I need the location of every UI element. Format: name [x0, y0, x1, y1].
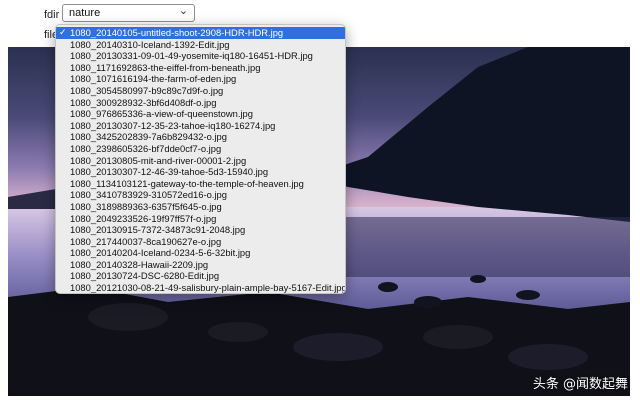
check-icon: ✓ [59, 27, 67, 37]
file-option-label: 1080_20130307-12-35-23-tahoe-iq180-16274… [70, 119, 276, 131]
file-option[interactable]: 1080_2049233526-19f97ff57f-o.jpg [56, 213, 345, 225]
file-option[interactable]: 1080_20121030-08-21-49-salisbury-plain-a… [56, 282, 346, 294]
file-option-label: 1080_3054580997-b9c89c7d9f-o.jpg [70, 84, 224, 96]
file-option[interactable]: 1080_20130331-09-01-49-yosemite-iq180-16… [56, 50, 345, 62]
file-option[interactable]: 1080_20130724-DSC-6280-Edit.jpg [56, 270, 345, 282]
file-option[interactable]: 1080_20130915-7372-34873c91-2048.jpg [56, 224, 345, 236]
file-option[interactable]: 1080_300928932-3bf6d408df-o.jpg [56, 97, 345, 109]
file-option-label: 1080_300928932-3bf6d408df-o.jpg [70, 96, 217, 108]
file-option-label: 1080_2049233526-19f97ff57f-o.jpg [70, 212, 217, 224]
file-option-label: 1080_3189889363-6357f5f645-o.jpg [70, 200, 222, 212]
file-option-label: 1080_1171692863-the-eiffel-from-beneath.… [70, 61, 261, 73]
file-option[interactable]: 1080_3189889363-6357f5f645-o.jpg [56, 201, 345, 213]
watermark: 头条 @闻数起舞 [532, 377, 628, 392]
file-option-label: 1080_976865336-a-view-of-queenstown.jpg [70, 108, 253, 120]
file-option-label: 1080_3410783929-310572ed16-o.jpg [70, 189, 227, 201]
file-option[interactable]: 1080_976865336-a-view-of-queenstown.jpg [56, 108, 345, 120]
file-option-label: 1080_20140310-Iceland-1392-Edit.jpg [70, 38, 230, 50]
file-option[interactable]: 1080_1071616194-the-farm-of-eden.jpg [56, 73, 345, 85]
file-option[interactable]: 1080_217440037-8ca190627e-o.jpg [56, 236, 345, 248]
chevron-down-icon: ⌄ [178, 5, 188, 17]
file-option-label: 1080_20140328-Hawaii-2209.jpg [70, 258, 209, 270]
file-option-label: 1080_20130915-7372-34873c91-2048.jpg [70, 224, 246, 236]
file-option-label: 1080_20130331-09-01-49-yosemite-iq180-16… [70, 50, 313, 62]
file-option-label: 1080_20130805-mit-and-river-00001-2.jpg [70, 154, 247, 166]
file-option-label: 1080_1071616194-the-farm-of-eden.jpg [70, 73, 237, 85]
file-option[interactable]: 1080_3410783929-310572ed16-o.jpg [56, 189, 345, 201]
fdir-select-value: nature [69, 7, 101, 19]
file-option-label: 1080_217440037-8ca190627e-o.jpg [70, 235, 222, 247]
file-option-label: 1080_20140105-untitled-shoot-2908-HDR-HD… [70, 27, 284, 38]
file-option-label: 1080_1134103121-gateway-to-the-temple-of… [70, 177, 304, 189]
file-option[interactable]: 1080_20140204-Iceland-0234-5-6-32bit.jpg [56, 247, 345, 259]
file-dropdown-list[interactable]: ✓ 1080_20140105-untitled-shoot-2908-HDR-H… [55, 24, 346, 294]
file-option[interactable]: 1080_3054580997-b9c89c7d9f-o.jpg [56, 85, 345, 97]
file-option[interactable]: 1080_20130307-12-46-39-tahoe-5d3-15940.j… [56, 166, 345, 178]
file-option[interactable]: 1080_2398605326-bf7dde0cf7-o.jpg [56, 143, 345, 155]
file-option-label: 1080_20121030-08-21-49-salisbury-plain-a… [70, 282, 346, 294]
file-option-label: 1080_3425202839-7a6b829432-o.jpg [70, 131, 227, 143]
fdir-select[interactable]: nature ⌄ [62, 4, 195, 22]
file-option[interactable]: 1080_1171692863-the-eiffel-from-beneath.… [56, 62, 345, 74]
file-option-label: 1080_20130724-DSC-6280-Edit.jpg [70, 270, 220, 282]
file-option[interactable]: 1080_20130307-12-35-23-tahoe-iq180-16274… [56, 120, 345, 132]
file-option[interactable]: 1080_20140328-Hawaii-2209.jpg [56, 259, 345, 271]
file-option[interactable]: 1080_20140310-Iceland-1392-Edit.jpg [56, 39, 345, 51]
file-option-label: 1080_20140204-Iceland-0234-5-6-32bit.jpg [70, 247, 251, 259]
fdir-label: fdir [44, 9, 60, 21]
file-option[interactable]: 1080_20130805-mit-and-river-00001-2.jpg [56, 155, 345, 167]
file-option-label: 1080_20130307-12-46-39-tahoe-5d3-15940.j… [70, 166, 269, 178]
file-option[interactable]: 1080_1134103121-gateway-to-the-temple-of… [56, 178, 345, 190]
file-option[interactable]: ✓ 1080_20140105-untitled-shoot-2908-HDR-H… [56, 27, 345, 39]
file-option-label: 1080_2398605326-bf7dde0cf7-o.jpg [70, 142, 222, 154]
file-option[interactable]: 1080_3425202839-7a6b829432-o.jpg [56, 131, 345, 143]
